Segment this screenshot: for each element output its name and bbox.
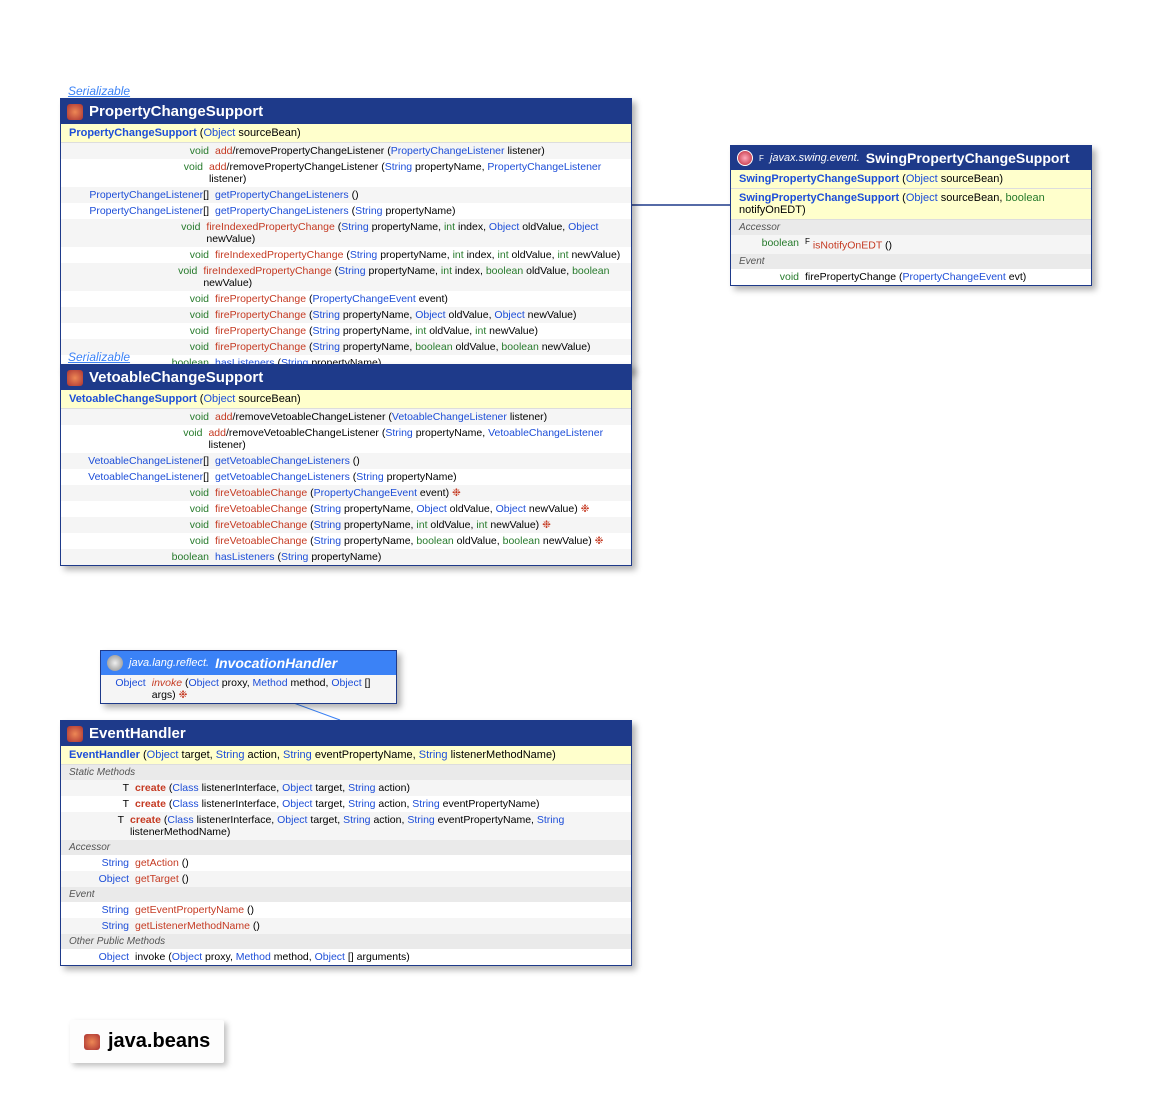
method-row: voidadd/removePropertyChangeListener (Pr… <box>61 143 631 159</box>
class-box-swing-property-change-support: Fjavax.swing.event.SwingPropertyChangeSu… <box>730 145 1092 286</box>
method-row: voidfirePropertyChange (PropertyChangeEv… <box>731 269 1091 285</box>
method-row: voidfirePropertyChange (String propertyN… <box>61 323 631 339</box>
stereotype-label: Serializable <box>68 84 130 98</box>
method-group-header: Event <box>731 254 1091 269</box>
constructor-row: PropertyChangeSupport (Object sourceBean… <box>61 124 631 143</box>
method-row: voidadd/removeVetoableChangeListener (Ve… <box>61 409 631 425</box>
interface-title: InvocationHandler <box>215 655 337 671</box>
interface-package: java.lang.reflect. <box>129 657 209 669</box>
method-row: Tcreate (Class listenerInterface, Object… <box>61 796 631 812</box>
class-package: javax.swing.event. <box>770 152 860 164</box>
package-label: java.beans <box>70 1020 224 1063</box>
interface-box-invocation-handler: java.lang.reflect. InvocationHandler Objec… <box>100 650 397 704</box>
method-row: voidadd/removeVetoableChangeListener (St… <box>61 425 631 453</box>
class-title: VetoableChangeSupport <box>89 369 263 386</box>
method-row: voidfirePropertyChange (String propertyN… <box>61 339 631 355</box>
method-row: PropertyChangeListener[]getPropertyChang… <box>61 187 631 203</box>
method-row: Tcreate (Class listenerInterface, Object… <box>61 812 631 840</box>
class-box-vetoable-change-support: VetoableChangeSupport VetoableChangeSuppo… <box>60 364 632 566</box>
method-group-header: Static Methods <box>61 765 631 780</box>
method-row: ObjectgetTarget () <box>61 871 631 887</box>
method-row: booleanF isNotifyOnEDT () <box>731 235 1091 254</box>
method-row: voidfireVetoableChange (PropertyChangeEv… <box>61 485 631 501</box>
class-box-property-change-support: PropertyChangeSupport PropertyChangeSuppo… <box>60 98 632 372</box>
class-title: PropertyChangeSupport <box>89 103 263 120</box>
method-row: voidfireIndexedPropertyChange (String pr… <box>61 247 631 263</box>
class-title: SwingPropertyChangeSupport <box>866 150 1070 166</box>
class-icon <box>67 370 83 386</box>
method-row: voidfireVetoableChange (String propertyN… <box>61 533 631 549</box>
interface-icon <box>107 655 123 671</box>
constructor-row: SwingPropertyChangeSupport (Object sourc… <box>731 170 1091 189</box>
constructor-row: VetoableChangeSupport (Object sourceBean… <box>61 390 631 409</box>
method-row: voidfireVetoableChange (String propertyN… <box>61 501 631 517</box>
method-row: PropertyChangeListener[]getPropertyChang… <box>61 203 631 219</box>
method-row: Objectinvoke (Object proxy, Method metho… <box>101 675 396 703</box>
method-row: voidfireIndexedPropertyChange (String pr… <box>61 219 631 247</box>
method-group-header: Other Public Methods <box>61 934 631 949</box>
method-row: Objectinvoke (Object proxy, Method metho… <box>61 949 631 965</box>
class-title: EventHandler <box>89 725 186 742</box>
package-icon <box>84 1034 100 1050</box>
method-group-header: Accessor <box>731 220 1091 235</box>
method-row: StringgetEventPropertyName () <box>61 902 631 918</box>
method-row: VetoableChangeListener[]getVetoableChang… <box>61 453 631 469</box>
method-row: voidfireVetoableChange (String propertyN… <box>61 517 631 533</box>
constructor-row: EventHandler (Object target, String acti… <box>61 746 631 765</box>
class-box-event-handler: EventHandler EventHandler (Object target,… <box>60 720 632 966</box>
method-row: voidfireIndexedPropertyChange (String pr… <box>61 263 631 291</box>
method-group-header: Event <box>61 887 631 902</box>
stereotype-label: Serializable <box>68 350 130 364</box>
method-row: VetoableChangeListener[]getVetoableChang… <box>61 469 631 485</box>
method-group-header: Accessor <box>61 840 631 855</box>
package-name: java.beans <box>108 1030 210 1053</box>
method-row: voidadd/removePropertyChangeListener (St… <box>61 159 631 187</box>
class-icon <box>67 726 83 742</box>
constructor-row: SwingPropertyChangeSupport (Object sourc… <box>731 189 1091 220</box>
method-row: voidfirePropertyChange (PropertyChangeEv… <box>61 291 631 307</box>
method-row: Tcreate (Class listenerInterface, Object… <box>61 780 631 796</box>
method-row: voidfirePropertyChange (String propertyN… <box>61 307 631 323</box>
class-icon <box>67 104 83 120</box>
method-row: StringgetListenerMethodName () <box>61 918 631 934</box>
method-row: booleanhasListeners (String propertyName… <box>61 549 631 565</box>
final-class-icon <box>737 150 753 166</box>
method-row: StringgetAction () <box>61 855 631 871</box>
